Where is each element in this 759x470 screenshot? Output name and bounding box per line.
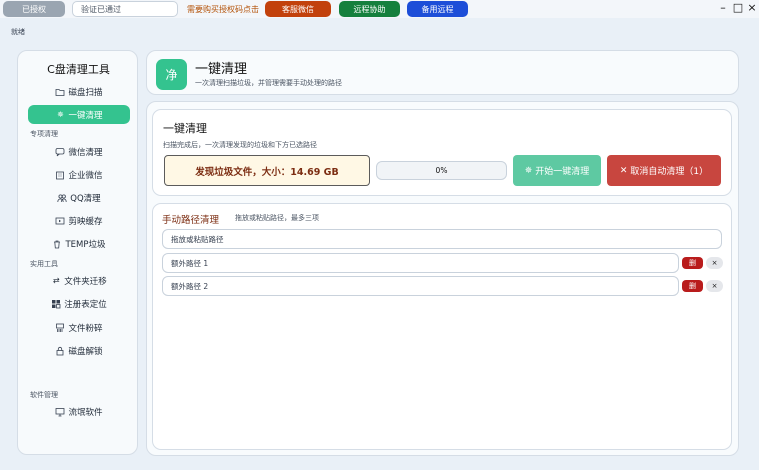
sidebar-item-label: 微信清理 — [68, 147, 103, 158]
folder-icon — [55, 87, 65, 97]
top-bar: 已授权 验证已通过 需要购买授权码点击 客服微信 远程协助 备用远程 – □ × — [0, 0, 759, 18]
sidebar-item-label: 企业微信 — [68, 170, 103, 181]
building-icon — [55, 170, 65, 180]
sidebar-item-label: 磁盘扫描 — [68, 87, 103, 98]
maximize-icon[interactable]: □ — [731, 1, 745, 15]
extra-path-input-1[interactable]: 额外路径 1 — [162, 253, 679, 273]
license-status-badge: 已授权 — [3, 1, 65, 17]
verify-status-field: 验证已通过 — [72, 1, 178, 17]
registry-icon — [51, 299, 61, 309]
sidebar-title: C盘清理工具 — [47, 63, 110, 76]
start-clean-label: 开始一键清理 — [535, 167, 590, 177]
sidebar-item-rogue-software[interactable]: 流氓软件 — [28, 402, 130, 421]
transfer-icon: ⇄ — [52, 275, 60, 285]
chat-icon — [55, 147, 65, 157]
sidebar-item-label: 文件夹迁移 — [64, 276, 107, 287]
page-subtitle: 一次清理扫描垃圾，并管理需要手动处理的路径 — [195, 79, 342, 87]
sidebar-item-one-click-clean[interactable]: ✵ 一键清理 — [28, 105, 130, 124]
sidebar-item-label: 注册表定位 — [64, 299, 107, 310]
path-drop-zone[interactable]: 拖放或粘贴路径 — [162, 229, 722, 249]
clear-path-button[interactable]: × — [706, 280, 723, 292]
cancel-auto-clean-button[interactable]: ✕ 取消自动清理（1） — [607, 155, 721, 186]
one-click-title: 一键清理 — [163, 122, 207, 135]
sidebar-item-qq[interactable]: QQ清理 — [28, 188, 130, 207]
monitor-icon — [55, 407, 65, 417]
extra-path-row: 额外路径 1 删 × — [162, 253, 723, 273]
delete-path-button[interactable]: 删 — [682, 280, 703, 292]
wechat-service-button[interactable]: 客服微信 — [265, 1, 331, 17]
one-click-card: 一键清理 扫描完成后，一次清理发现的垃圾和下方已选路径 发现垃圾文件，大小：14… — [152, 109, 732, 196]
lock-icon — [55, 346, 65, 356]
sidebar-item-wechat[interactable]: 微信清理 — [28, 142, 130, 161]
one-click-description: 扫描完成后，一次清理发现的垃圾和下方已选路径 — [163, 141, 317, 149]
manual-path-hint: 拖放或粘贴路径，最多三项 — [235, 214, 319, 222]
group-label-special: 专项清理 — [30, 130, 58, 138]
group-label-tools: 实用工具 — [30, 260, 58, 268]
gear-icon: ✵ — [57, 109, 64, 119]
sidebar-item-label: 流氓软件 — [68, 407, 103, 418]
x-icon: ✕ — [619, 165, 628, 176]
sidebar-item-label: 磁盘解锁 — [68, 346, 103, 357]
minimize-icon[interactable]: – — [716, 1, 730, 15]
status-text: 就绪 — [11, 28, 25, 36]
gear-icon: ✵ — [524, 165, 533, 176]
page-header: 净 一键清理 一次清理扫描垃圾，并管理需要手动处理的路径 — [146, 50, 739, 95]
cancel-auto-clean-label: 取消自动清理（1） — [630, 167, 709, 177]
sidebar: C盘清理工具 磁盘扫描 ✵ 一键清理 专项清理 微信清理 企业微信 QQ清理 剪… — [17, 50, 138, 455]
sidebar-item-capcut-cache[interactable]: 剪映缓存 — [28, 211, 130, 230]
sidebar-item-label: 文件粉碎 — [68, 323, 103, 334]
start-clean-button[interactable]: ✵ 开始一键清理 — [513, 155, 601, 186]
buy-license-link[interactable]: 需要购买授权码点击 — [187, 4, 259, 15]
sidebar-item-label: 一键清理 — [68, 110, 103, 121]
sidebar-item-work-wechat[interactable]: 企业微信 — [28, 165, 130, 184]
remote-assist-button[interactable]: 远程协助 — [339, 1, 400, 17]
extra-path-input-2[interactable]: 额外路径 2 — [162, 276, 679, 296]
users-icon — [57, 193, 67, 203]
page-title: 一键清理 — [195, 62, 248, 77]
sidebar-item-registry[interactable]: 注册表定位 — [28, 294, 130, 313]
delete-path-button[interactable]: 删 — [682, 257, 703, 269]
close-icon[interactable]: × — [745, 1, 759, 15]
extra-path-row: 额外路径 2 删 × — [162, 276, 723, 296]
clean-icon: 净 — [156, 59, 187, 90]
progress-text: 0% — [435, 166, 448, 175]
manual-path-card: 手动路径清理 拖放或粘贴路径，最多三项 拖放或粘贴路径 额外路径 1 删 × 额… — [152, 203, 732, 450]
progress-bar: 0% — [376, 161, 507, 180]
sidebar-item-label: QQ清理 — [70, 193, 101, 204]
manual-path-title: 手动路径清理 — [162, 215, 220, 226]
group-label-software: 软件管理 — [30, 391, 58, 399]
trash-icon — [52, 239, 62, 249]
sidebar-item-temp-junk[interactable]: TEMP垃圾 — [28, 234, 130, 253]
sidebar-item-folder-migrate[interactable]: ⇄ 文件夹迁移 — [28, 271, 130, 290]
video-icon — [55, 216, 65, 226]
sidebar-item-label: TEMP垃圾 — [65, 239, 106, 250]
backup-remote-button[interactable]: 备用远程 — [407, 1, 468, 17]
junk-size-label: 发现垃圾文件，大小：14.69 GB — [164, 155, 370, 186]
clear-path-button[interactable]: × — [706, 257, 723, 269]
sidebar-item-label: 剪映缓存 — [68, 216, 103, 227]
sidebar-item-file-shredder[interactable]: 文件粉碎 — [28, 318, 130, 337]
sidebar-item-disk-scan[interactable]: 磁盘扫描 — [28, 82, 130, 101]
sidebar-item-disk-unlock[interactable]: 磁盘解锁 — [28, 341, 130, 360]
shredder-icon — [55, 323, 65, 333]
